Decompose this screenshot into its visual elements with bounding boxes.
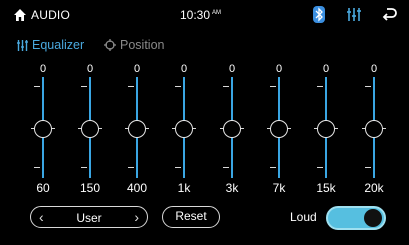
band-value: 0 [86, 63, 94, 75]
band-tick [270, 167, 276, 168]
band-tick [34, 86, 40, 87]
toggle-thumb [364, 209, 382, 227]
band-value: 0 [370, 63, 378, 75]
band-slider-knob[interactable] [128, 120, 146, 138]
band-slider-knob[interactable] [34, 120, 52, 138]
band-tick [128, 86, 134, 87]
eq-band: 0 3k [212, 0, 252, 245]
band-frequency: 60 [36, 181, 50, 195]
band-frequency: 150 [79, 181, 101, 195]
reset-button[interactable]: Reset [162, 206, 220, 228]
band-tick [317, 86, 323, 87]
band-tick [365, 167, 371, 168]
band-tick [34, 167, 40, 168]
band-value: 0 [180, 63, 188, 75]
band-frequency: 20k [364, 181, 384, 195]
band-slider-knob[interactable] [223, 120, 241, 138]
band-slider-knob[interactable] [81, 120, 99, 138]
band-tick [175, 86, 181, 87]
band-frequency: 3k [225, 181, 239, 195]
band-value: 0 [275, 63, 283, 75]
band-frequency: 400 [126, 181, 148, 195]
band-tick [128, 167, 134, 168]
preset-label: User [76, 211, 102, 225]
eq-band: 0 7k [259, 0, 299, 245]
loud-toggle[interactable] [326, 206, 386, 230]
band-tick [175, 167, 181, 168]
next-preset-icon[interactable]: › [134, 209, 139, 225]
band-frequency: 1k [177, 181, 191, 195]
band-value: 0 [322, 63, 330, 75]
band-tick [223, 86, 229, 87]
band-frequency: 15k [316, 181, 336, 195]
preset-selector: ‹ User › [30, 206, 148, 228]
band-tick [270, 86, 276, 87]
band-slider-knob[interactable] [317, 120, 335, 138]
loud-label: Loud [290, 210, 317, 224]
band-value: 0 [228, 63, 236, 75]
band-tick [317, 167, 323, 168]
band-slider-knob[interactable] [270, 120, 288, 138]
band-tick [81, 86, 87, 87]
band-frequency: 7k [272, 181, 286, 195]
band-tick [223, 167, 229, 168]
band-tick [365, 86, 371, 87]
band-value: 0 [39, 63, 47, 75]
band-tick [81, 167, 87, 168]
band-value: 0 [133, 63, 141, 75]
band-slider-knob[interactable] [365, 120, 383, 138]
band-slider-knob[interactable] [175, 120, 193, 138]
